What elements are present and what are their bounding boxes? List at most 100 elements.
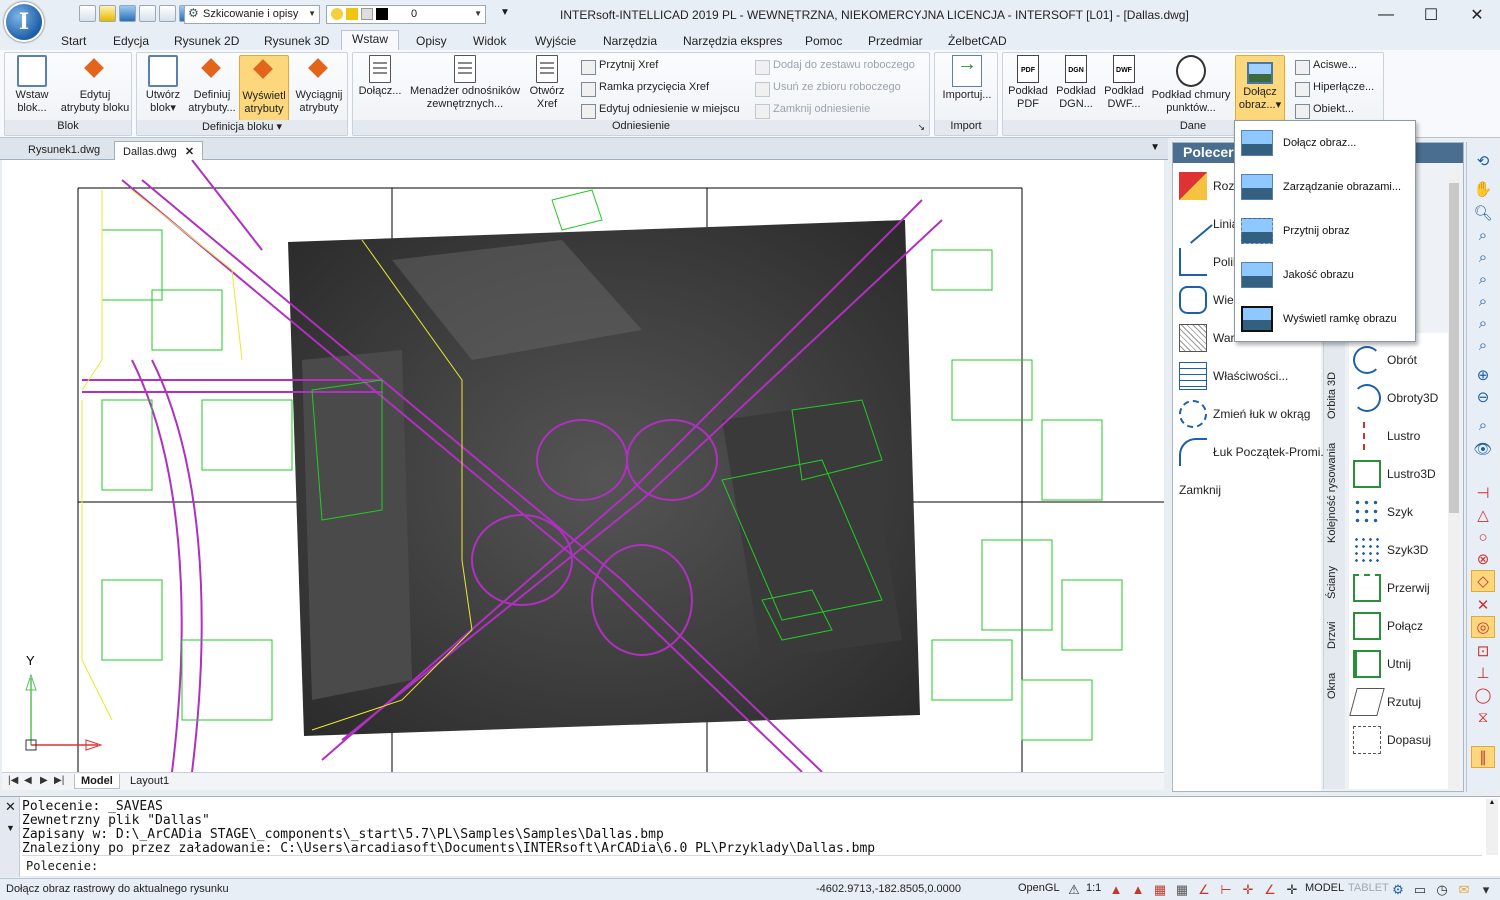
cmd-project[interactable]: Rzutuj	[1349, 687, 1421, 717]
menu-image-frame[interactable]: Wyświetl ramkę obrazu	[1235, 297, 1415, 341]
panel-definicja-bloku[interactable]: Utwórz blok▾ Definiuj atrybuty... Wyświe…	[136, 52, 348, 136]
cmd-join[interactable]: Połącz	[1353, 611, 1423, 641]
xref-clip-frame-button[interactable]: Ramka przycięcia Xref	[581, 81, 709, 97]
snap-intersection-icon[interactable]: ✕	[1471, 594, 1495, 616]
layer-on-icon[interactable]	[331, 8, 343, 20]
zoom-scale-icon[interactable]: ⌕	[1471, 290, 1495, 312]
snap-midpoint-icon[interactable]: △	[1471, 504, 1495, 526]
annotation-visibility-icon[interactable]: ▲	[1108, 882, 1124, 898]
app-logo[interactable]: I	[4, 2, 44, 42]
attach-image-button[interactable]: Dołącz obraz...▾	[1235, 55, 1285, 121]
cmd-break[interactable]: Przerwij	[1353, 573, 1430, 603]
cmd-array[interactable]: Szyk	[1353, 497, 1413, 527]
snap-perpendicular-icon[interactable]: ⊥	[1471, 662, 1495, 684]
pan-icon[interactable]: ⟲	[1471, 150, 1495, 172]
save-icon[interactable]	[119, 5, 136, 22]
settings-gear-icon[interactable]: ⚙	[1390, 882, 1406, 898]
workspace-icon[interactable]: ▭	[1412, 882, 1428, 898]
zoom-in-icon[interactable]: ⊕	[1471, 364, 1495, 386]
polar-icon[interactable]: ∠	[1196, 882, 1212, 898]
cmd-mirror[interactable]: Lustro	[1353, 421, 1420, 451]
cmd-line[interactable]: Linia	[1173, 204, 1238, 244]
cmd-properties[interactable]: Właściwości...	[1179, 361, 1288, 391]
clip-xref-button[interactable]: Przytnij Xref	[581, 59, 658, 75]
remove-from-working-set-button[interactable]: Usuń ze zbioru roboczego	[755, 81, 901, 97]
doc-tab-rysunek1[interactable]: Rysunek1.dwg	[20, 141, 108, 160]
snap-insertion-icon[interactable]: ⊡	[1471, 640, 1495, 662]
minimize-button[interactable]: —	[1363, 0, 1409, 30]
point-cloud-button[interactable]: Podkład chmury punktów...	[1149, 55, 1233, 115]
snap-quadrant-icon[interactable]: ◇	[1471, 570, 1495, 592]
esnap-icon[interactable]: ✛	[1240, 882, 1256, 898]
auto-scale-icon[interactable]: ▲	[1130, 882, 1146, 898]
model-space-toggle[interactable]: MODEL	[1305, 882, 1344, 894]
lweight-icon[interactable]: ✛	[1284, 882, 1300, 898]
define-attributes-button[interactable]: Definiuj atrybuty...	[187, 55, 237, 115]
tab-widok[interactable]: Widok	[473, 32, 506, 50]
open-icon[interactable]	[99, 5, 116, 22]
xref-manager-button[interactable]: Menadżer odnośników zewnętrznych...	[405, 55, 525, 111]
cmd-fit[interactable]: Dopasuj	[1353, 725, 1431, 755]
cmd-explode[interactable]: Rozb	[1179, 171, 1241, 201]
add-to-working-set-button[interactable]: Dodaj do zestawu roboczego	[755, 59, 915, 75]
menu-clip-image[interactable]: Przytnij obraz	[1235, 209, 1415, 253]
tablet-toggle[interactable]: TABLET	[1348, 882, 1389, 894]
zoom-previous-icon[interactable]: ⌕	[1471, 246, 1495, 268]
tab-wyjscie[interactable]: Wyjście	[535, 32, 576, 50]
edit-reference-in-place-button[interactable]: Edytuj odniesienie w miejscu	[581, 103, 740, 119]
ortho-icon[interactable]: ⊢	[1218, 882, 1234, 898]
customize-qat-icon[interactable]: ▼	[500, 7, 510, 18]
layer-lock-icon[interactable]	[361, 8, 373, 20]
tab-zelbetcad[interactable]: ŻelbetCAD	[948, 32, 1007, 50]
scroll-thumb[interactable]	[1449, 183, 1459, 513]
acis-button[interactable]: Aciswe...	[1295, 59, 1357, 75]
vtab-orbita-3d[interactable]: Orbita 3D	[1326, 372, 1338, 419]
zoom-out-icon[interactable]: ⊖	[1471, 386, 1495, 408]
layer-select[interactable]: 0 ▼	[326, 5, 486, 24]
dwf-underlay-button[interactable]: DWF Podkład DWF...	[1101, 55, 1147, 111]
clean-screen-icon[interactable]: ◷	[1434, 882, 1450, 898]
drawing-canvas[interactable]: Y	[2, 160, 1164, 772]
tab-pomoc[interactable]: Pomoc	[805, 32, 842, 50]
zoom-center-icon[interactable]: ⌕	[1471, 312, 1495, 334]
etrack-icon[interactable]: ∠	[1262, 882, 1278, 898]
attach-xref-button[interactable]: Dołącz...	[355, 55, 405, 98]
zoom-all-icon[interactable]: ⌕	[1471, 414, 1495, 436]
cmd-rotate3d[interactable]: Obroty3D	[1353, 383, 1438, 413]
cmd-arc-start-radius[interactable]: Łuk Początek-Promi...	[1179, 437, 1330, 467]
vtab-okna[interactable]: Okna	[1326, 673, 1338, 699]
first-layout-icon[interactable]: |◀	[8, 775, 18, 786]
tab-edycja[interactable]: Edycja	[113, 32, 149, 50]
print-icon[interactable]	[159, 5, 176, 22]
menu-image-manager[interactable]: Zarządzanie obrazami...	[1235, 165, 1415, 209]
maximize-button[interactable]: ☐	[1408, 0, 1454, 30]
tab-rysunek-2d[interactable]: Rysunek 2D	[174, 32, 239, 50]
menu-attach-image[interactable]: Dołącz obraz...	[1235, 121, 1415, 165]
doc-tab-dallas[interactable]: Dallas.dwg ✕	[114, 141, 204, 160]
import-button[interactable]: Importuj...	[937, 55, 997, 102]
close-reference-button[interactable]: Zamknij odniesienie	[755, 103, 870, 119]
close-button[interactable]: ✕	[1454, 0, 1500, 30]
panel-launcher-icon[interactable]: ↘	[917, 122, 925, 133]
annotation-scale-icon[interactable]: ⚠	[1066, 882, 1082, 898]
hand-icon[interactable]: ✋	[1471, 178, 1495, 200]
command-window-menu-icon[interactable]: ▼	[6, 823, 15, 833]
close-tab-icon[interactable]: ✕	[185, 146, 194, 158]
cmd-array3d[interactable]: Szyk3D	[1353, 535, 1428, 565]
tab-opisy[interactable]: Opisy	[416, 32, 447, 50]
palette-scrollbar[interactable]	[1448, 169, 1460, 789]
last-layout-icon[interactable]: ▶|	[54, 775, 64, 786]
insert-block-button[interactable]: Wstaw blok...	[7, 55, 57, 115]
cmd-arc-to-circle[interactable]: Zmień łuk w okrąg	[1179, 399, 1310, 429]
layout-tab-layout1[interactable]: Layout1	[124, 774, 175, 788]
menu-image-quality[interactable]: Jakość obrazu	[1235, 253, 1415, 297]
command-scrollbar[interactable]: ▲	[1486, 799, 1498, 855]
vtab-kolejnosc-rysowania[interactable]: Kolejność rysowania	[1326, 443, 1338, 543]
pdf-underlay-button[interactable]: PDF Podkład PDF	[1005, 55, 1051, 111]
snap-tangent-icon[interactable]: ◯	[1471, 684, 1495, 706]
workspace-select[interactable]: Szkicowanie i opisy ▼	[184, 5, 320, 24]
tab-rysunek-3d[interactable]: Rysunek 3D	[264, 32, 329, 50]
new-icon[interactable]	[79, 5, 96, 22]
cmd-rotate[interactable]: Obrót	[1353, 345, 1417, 375]
tab-wstaw[interactable]: Wstaw	[341, 30, 399, 51]
